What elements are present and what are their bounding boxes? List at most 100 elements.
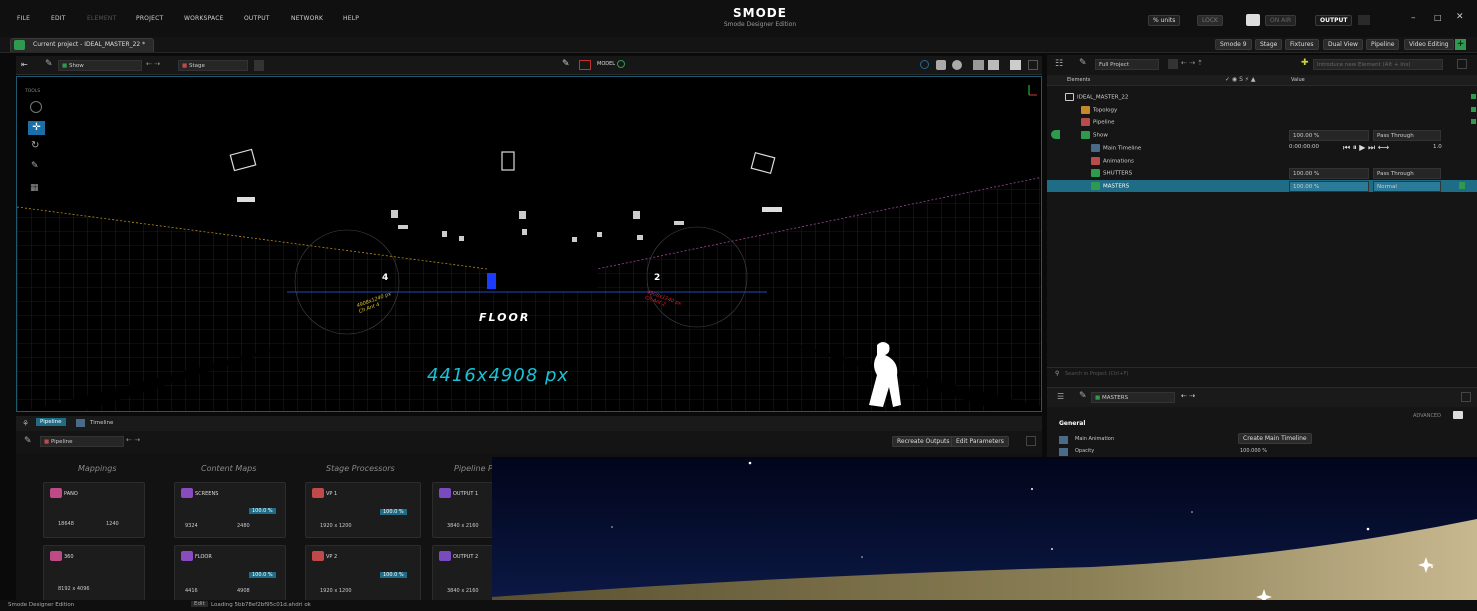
node-opacity[interactable]: 100.0 %	[380, 509, 407, 515]
node-width[interactable]: 9324	[185, 523, 198, 529]
blend-mode-value[interactable]: Normal	[1373, 181, 1441, 192]
node-width[interactable]: 4416	[185, 588, 198, 594]
tree-row[interactable]: Animations	[1047, 155, 1477, 167]
tree-row[interactable]: Topology	[1047, 104, 1477, 116]
recreate-outputs-button[interactable]: Recreate Outputs	[892, 436, 955, 447]
select-tool-icon[interactable]	[30, 101, 42, 113]
pin-icon[interactable]: ✎	[24, 436, 32, 446]
menu-element[interactable]: ELEMENT	[87, 15, 116, 22]
node-screens[interactable]: SCREENS 100.0 % 9324 2480	[174, 482, 286, 538]
node-opacity[interactable]: 100.0 %	[249, 572, 276, 578]
nav-arrows-icon[interactable]: ⇠ ⇢ ⇡	[1181, 59, 1203, 67]
node-output-2[interactable]: OUTPUT 2 3840 x 2160	[432, 545, 494, 601]
workspace-video-editing[interactable]: Video Editing	[1404, 39, 1454, 50]
node-resolution[interactable]: 8192 x 4096	[58, 586, 90, 592]
rotate-tool-icon[interactable]: ↻	[31, 140, 39, 151]
node-height[interactable]: 4908	[237, 588, 250, 594]
introduce-element-input[interactable]: Introduce new Element (Alt + Ins)	[1313, 59, 1443, 70]
edit-tool-icon[interactable]: ✎	[31, 161, 39, 171]
node-pano[interactable]: PANO 18648 1240	[43, 482, 145, 538]
sphere-icon[interactable]	[920, 60, 929, 69]
menu-output[interactable]: OUTPUT	[244, 15, 270, 22]
filter-dropdown-icon[interactable]	[1168, 59, 1178, 69]
transport-controls-icon[interactable]: ⏮ ⏸ ▶ ⏭ ⟷	[1343, 143, 1389, 153]
pipeline-breadcrumb[interactable]: ■ Pipeline	[40, 436, 124, 447]
inspected-element-field[interactable]: ■ MASTERS	[1091, 392, 1175, 403]
node-resolution[interactable]: 3840 x 2160	[447, 588, 479, 594]
node-vp1[interactable]: VP 1 100.0 % 1920 x 1200	[305, 482, 421, 538]
nav-arrows-icon[interactable]: ⇠ ⇢	[126, 436, 140, 444]
maximize-icon[interactable]: □	[1434, 13, 1442, 22]
stage-dropdown-icon[interactable]	[254, 60, 264, 71]
settings-icon[interactable]: ☰	[1057, 392, 1064, 401]
node-resolution[interactable]: 1920 x 1200	[320, 523, 352, 529]
grid-icon[interactable]	[973, 60, 984, 70]
advanced-toggle[interactable]	[1453, 411, 1463, 419]
viewport-menu-icon[interactable]	[1028, 60, 1038, 70]
tree-row[interactable]: SHUTTERS 100.00 % Pass Through	[1047, 167, 1477, 179]
opacity-value[interactable]: 100.000 %	[1240, 448, 1267, 454]
project-tab[interactable]: Current project - IDEAL_MASTER_22 *	[10, 38, 155, 52]
pin-icon[interactable]: ✎	[1079, 391, 1087, 401]
node-vp2[interactable]: VP 2 100.0 % 1920 x 1200	[305, 545, 421, 601]
output-preview-window[interactable]	[492, 457, 1477, 611]
nav-arrows-icon[interactable]: ⇠ ⇢	[146, 60, 160, 68]
panel-menu-icon[interactable]	[1457, 59, 1467, 69]
inspector-menu-icon[interactable]	[1461, 392, 1471, 402]
menu-help[interactable]: HELP	[343, 15, 359, 22]
menu-file[interactable]: FILE	[17, 15, 30, 22]
pin-icon[interactable]: ✎	[1079, 58, 1087, 68]
move-tool-icon[interactable]: ✛	[28, 121, 45, 135]
render-mode-icon[interactable]	[952, 60, 962, 70]
on-air-button[interactable]: ON AIR	[1265, 15, 1297, 26]
tree-row[interactable]: Show 100.00 % Pass Through	[1047, 129, 1477, 141]
add-workspace-icon[interactable]: +	[1455, 39, 1466, 50]
viewport-expand-icon[interactable]: ⇤	[21, 60, 28, 69]
node-output-1[interactable]: OUTPUT 1 3840 x 2160	[432, 482, 494, 538]
workspace-dual-view[interactable]: Dual View	[1323, 39, 1363, 50]
workspace-pipeline[interactable]: Pipeline	[1366, 39, 1400, 50]
tree-row[interactable]: Main Timeline 0:00:00:00 ⏮ ⏸ ▶ ⏭ ⟷ 1.0	[1047, 142, 1477, 154]
project-filter-field[interactable]: Full Project	[1095, 59, 1159, 70]
model-toggle-icon[interactable]	[617, 60, 625, 68]
menu-project[interactable]: PROJECT	[136, 15, 163, 22]
edit-icon[interactable]: ✎	[562, 59, 570, 69]
close-icon[interactable]: ✕	[1456, 12, 1464, 22]
node-opacity[interactable]: 100.0 %	[380, 572, 407, 578]
waveform-icon[interactable]	[1246, 14, 1260, 26]
blend-mode-value[interactable]: Pass Through	[1373, 168, 1441, 179]
status-edit-button[interactable]: Edit	[191, 601, 208, 607]
edit-parameters-button[interactable]: Edit Parameters	[951, 436, 1009, 447]
menu-network[interactable]: NETWORK	[291, 15, 323, 22]
create-main-timeline-button[interactable]: Create Main Timeline	[1238, 433, 1312, 444]
workspace-smode9[interactable]: Smode 9	[1215, 39, 1252, 50]
pin-icon[interactable]: ✎	[45, 59, 53, 69]
workspace-fixtures[interactable]: Fixtures	[1285, 39, 1319, 50]
stage-field[interactable]: ■ Stage	[178, 60, 248, 71]
camera-icon[interactable]	[1010, 60, 1021, 70]
opacity-value[interactable]: 100.00 %	[1289, 168, 1369, 179]
tree-row-selected[interactable]: MASTERS 100.00 % Normal	[1047, 180, 1477, 192]
node-resolution[interactable]: 1920 x 1200	[320, 588, 352, 594]
minimize-icon[interactable]: –	[1411, 13, 1416, 23]
node-opacity[interactable]: 100.0 %	[249, 508, 276, 514]
node-floor[interactable]: FLOOR 100.0 % 4416 4908	[174, 545, 286, 601]
node-width[interactable]: 18648	[58, 521, 74, 527]
node-height[interactable]: 1240	[106, 521, 119, 527]
tab-pipeline[interactable]: Pipeline	[36, 418, 66, 426]
node-360[interactable]: 360 8192 x 4096	[43, 545, 145, 601]
show-field[interactable]: ■ Show	[58, 60, 142, 71]
tree-row[interactable]: IDEAL_MASTER_22	[1047, 91, 1477, 103]
menu-edit[interactable]: EDIT	[51, 15, 66, 22]
add-element-icon[interactable]: ✚	[1301, 58, 1309, 68]
lock-button[interactable]: LOCK	[1197, 15, 1223, 26]
image-icon[interactable]	[988, 60, 999, 70]
project-search-input[interactable]: Search in Project (Ctrl+F)	[1065, 371, 1128, 377]
opacity-value[interactable]: 100.00 %	[1289, 181, 1369, 192]
units-toggle[interactable]: % units	[1148, 15, 1181, 26]
workspace-stage[interactable]: Stage	[1255, 39, 1283, 50]
grid-tool-icon[interactable]: ▦	[30, 183, 39, 193]
magnet-icon[interactable]	[579, 60, 591, 70]
tab-timeline[interactable]: Timeline	[90, 420, 113, 426]
panel-menu-icon[interactable]	[1026, 436, 1036, 446]
